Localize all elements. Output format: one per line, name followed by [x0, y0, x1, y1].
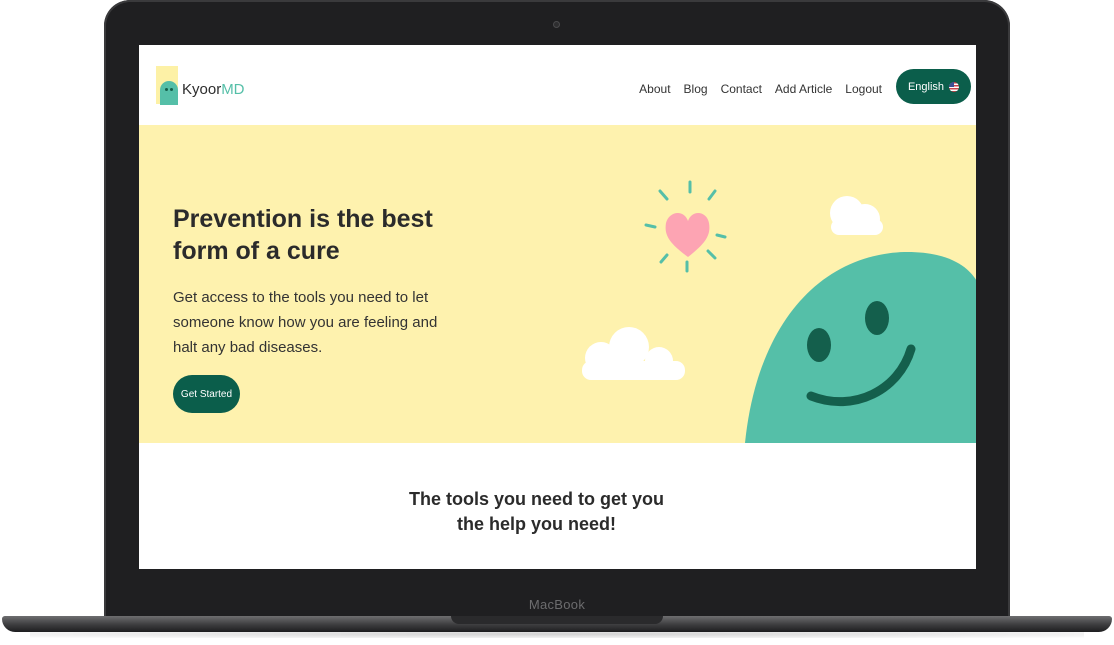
laptop-shadow — [30, 630, 1084, 638]
logo-face-icon — [160, 81, 178, 105]
nav-link-logout[interactable]: Logout — [845, 82, 882, 96]
camera-icon — [553, 21, 560, 28]
nav-links: About Blog Contact Add Article Logout — [639, 82, 882, 96]
language-button[interactable]: English — [896, 69, 971, 104]
top-navbar: KyoorMD About Blog Contact Add Article L… — [139, 45, 976, 125]
nav-link-about[interactable]: About — [639, 82, 670, 96]
nav-link-add-article[interactable]: Add Article — [775, 82, 832, 96]
tools-section-title: The tools you need to get you the help y… — [139, 487, 934, 537]
logo-text-accent: MD — [221, 81, 245, 98]
hero-illustration — [582, 180, 976, 443]
tools-title-line1: The tools you need to get you — [408, 489, 664, 509]
browser-viewport: KyoorMD About Blog Contact Add Article L… — [139, 45, 976, 569]
cloud-icon-left — [582, 327, 685, 380]
smiley-face-icon — [745, 251, 976, 443]
laptop-base-notch — [451, 616, 663, 624]
cloud-icon-right — [830, 196, 883, 235]
device-label: MacBook — [528, 597, 586, 612]
heart-icon — [665, 212, 710, 257]
hero-section: Prevention is the best form of a cure Ge… — [139, 125, 976, 443]
nav-link-blog[interactable]: Blog — [684, 82, 708, 96]
nav-link-contact[interactable]: Contact — [721, 82, 762, 96]
tools-title-line2: the help you need! — [456, 514, 616, 534]
language-label: English — [907, 80, 945, 93]
logo-text-main: Kyoor — [182, 81, 222, 98]
logo-text[interactable]: KyoorMD — [182, 81, 245, 98]
us-flag-icon — [949, 81, 960, 92]
